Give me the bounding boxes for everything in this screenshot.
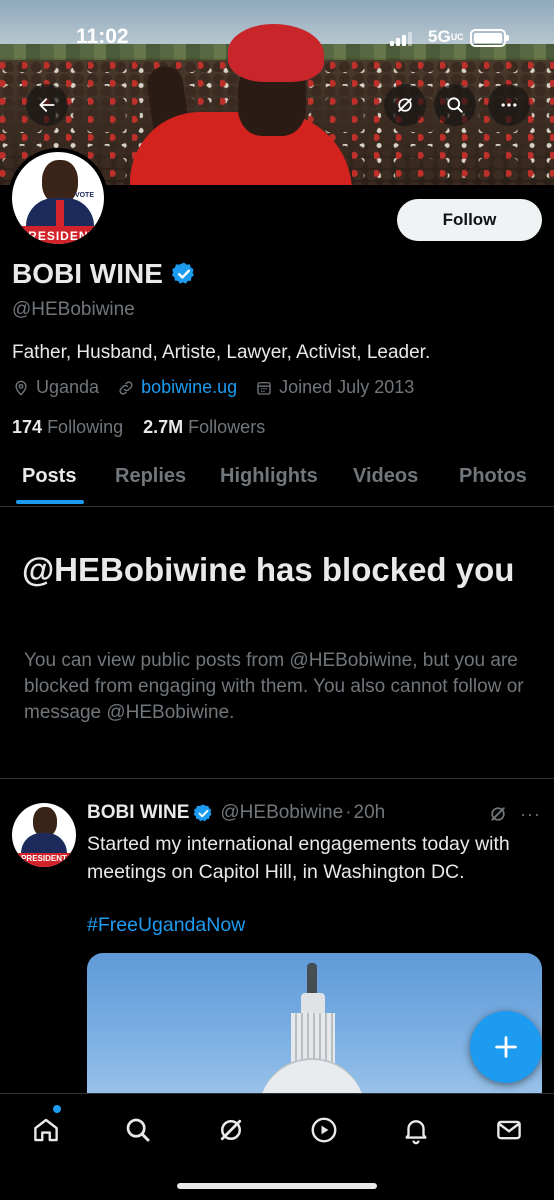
following-count: 174 [12, 417, 43, 437]
status-bar: 11:02 5GUC [0, 20, 554, 56]
tab-photos[interactable]: Photos [459, 465, 527, 488]
search-icon [447, 97, 463, 113]
verified-badge-icon[interactable] [171, 261, 197, 287]
mail-icon [497, 1120, 521, 1140]
grok-icon [220, 1119, 242, 1141]
more-icon [501, 103, 517, 107]
link-icon [119, 380, 133, 395]
back-button[interactable] [26, 84, 68, 126]
profile-avatar[interactable]: VOTE PRESIDENT [8, 148, 108, 248]
website-item[interactable]: bobiwine.ug [117, 377, 237, 398]
grok-icon [398, 98, 412, 112]
followers-label: Followers [188, 417, 266, 437]
followers-count: 2.7M [143, 417, 184, 437]
more-button[interactable] [488, 84, 530, 126]
nav-videos[interactable] [306, 1112, 342, 1148]
image-dome-drum [291, 1013, 335, 1063]
post-avatar[interactable]: PRESIDENT [12, 803, 76, 867]
nav-notifications[interactable] [398, 1112, 434, 1148]
following-label: Following [47, 417, 124, 437]
calendar-icon [257, 381, 271, 395]
joined-item: Joined July 2013 [255, 377, 414, 398]
followers-link[interactable]: 2.7M Followers [143, 417, 265, 437]
post-author-handle[interactable]: @HEBobiwine [220, 802, 343, 824]
status-time: 11:02 [76, 25, 129, 48]
post-more-button[interactable]: ··· [520, 804, 541, 825]
following-link[interactable]: 174 Following [12, 417, 123, 437]
avatar-banner-text: PRESIDENT [12, 226, 104, 244]
website-link[interactable]: bobiwine.ug [141, 377, 237, 398]
follow-counts: 174 Following 2.7M Followers [12, 417, 265, 438]
joined-text: Joined July 2013 [279, 377, 415, 397]
blocked-description: You can view public posts from @HEBobiwi… [24, 650, 524, 723]
avatar-vote-text: VOTE [74, 192, 94, 199]
grok-button[interactable] [384, 84, 426, 126]
home-icon [34, 1118, 58, 1142]
active-tab-indicator [16, 500, 84, 504]
image-statue [307, 963, 317, 997]
profile-bio: Father, Husband, Artiste, Lawyer, Activi… [12, 342, 431, 363]
search-icon [126, 1118, 150, 1142]
verified-badge-icon [194, 803, 212, 821]
blocked-title: @HEBobiwine has blocked you [22, 551, 515, 588]
profile-tabs: Posts Replies Highlights Videos Photos [0, 455, 554, 507]
home-indicator-bar[interactable] [177, 1183, 377, 1189]
back-arrow-icon [39, 98, 55, 112]
profile-name: BOBI WINE [12, 258, 197, 290]
bell-icon [405, 1120, 427, 1145]
follow-button[interactable]: Follow [397, 199, 542, 241]
battery-icon [470, 29, 509, 47]
compose-post-button[interactable] [470, 1011, 542, 1083]
play-icon [311, 1117, 337, 1143]
profile-meta: Uganda bobiwine.ug Joined July 2013 [12, 377, 432, 398]
nav-grok[interactable] [213, 1112, 249, 1148]
cellular-signal-icon [390, 30, 412, 46]
post-avatar-banner-text: PRESIDENT [12, 853, 76, 867]
profile-handle: @HEBobiwine [12, 299, 135, 320]
grok-icon [491, 807, 505, 821]
profile-name-text: BOBI WINE [12, 258, 163, 289]
section-divider [0, 778, 554, 779]
tab-replies[interactable]: Replies [115, 465, 186, 488]
nav-home[interactable] [28, 1112, 64, 1148]
tab-posts[interactable]: Posts [22, 465, 76, 488]
network-type: 5GUC [428, 27, 464, 46]
post-time: 20h [353, 802, 386, 823]
search-button[interactable] [434, 84, 476, 126]
location-pin-icon [15, 380, 27, 396]
post-header: BOBI WINE @HEBobiwine · 20h [87, 802, 385, 824]
post-text: Started my international engagements tod… [87, 833, 510, 883]
home-notification-dot [53, 1105, 61, 1113]
nav-search[interactable] [120, 1112, 156, 1148]
plus-icon [495, 1036, 517, 1058]
post-image[interactable] [87, 953, 542, 1103]
location-item: Uganda [12, 377, 99, 398]
post-hashtag[interactable]: #FreeUgandaNow [87, 914, 245, 937]
tab-highlights[interactable]: Highlights [220, 465, 318, 488]
location-text: Uganda [36, 377, 100, 397]
tab-videos[interactable]: Videos [353, 465, 418, 488]
nav-messages[interactable] [491, 1112, 527, 1148]
avatar-tie [56, 200, 64, 228]
post-separator: · [345, 802, 352, 823]
post-grok-button[interactable] [488, 804, 508, 829]
post-author-name[interactable]: BOBI WINE [87, 802, 189, 824]
